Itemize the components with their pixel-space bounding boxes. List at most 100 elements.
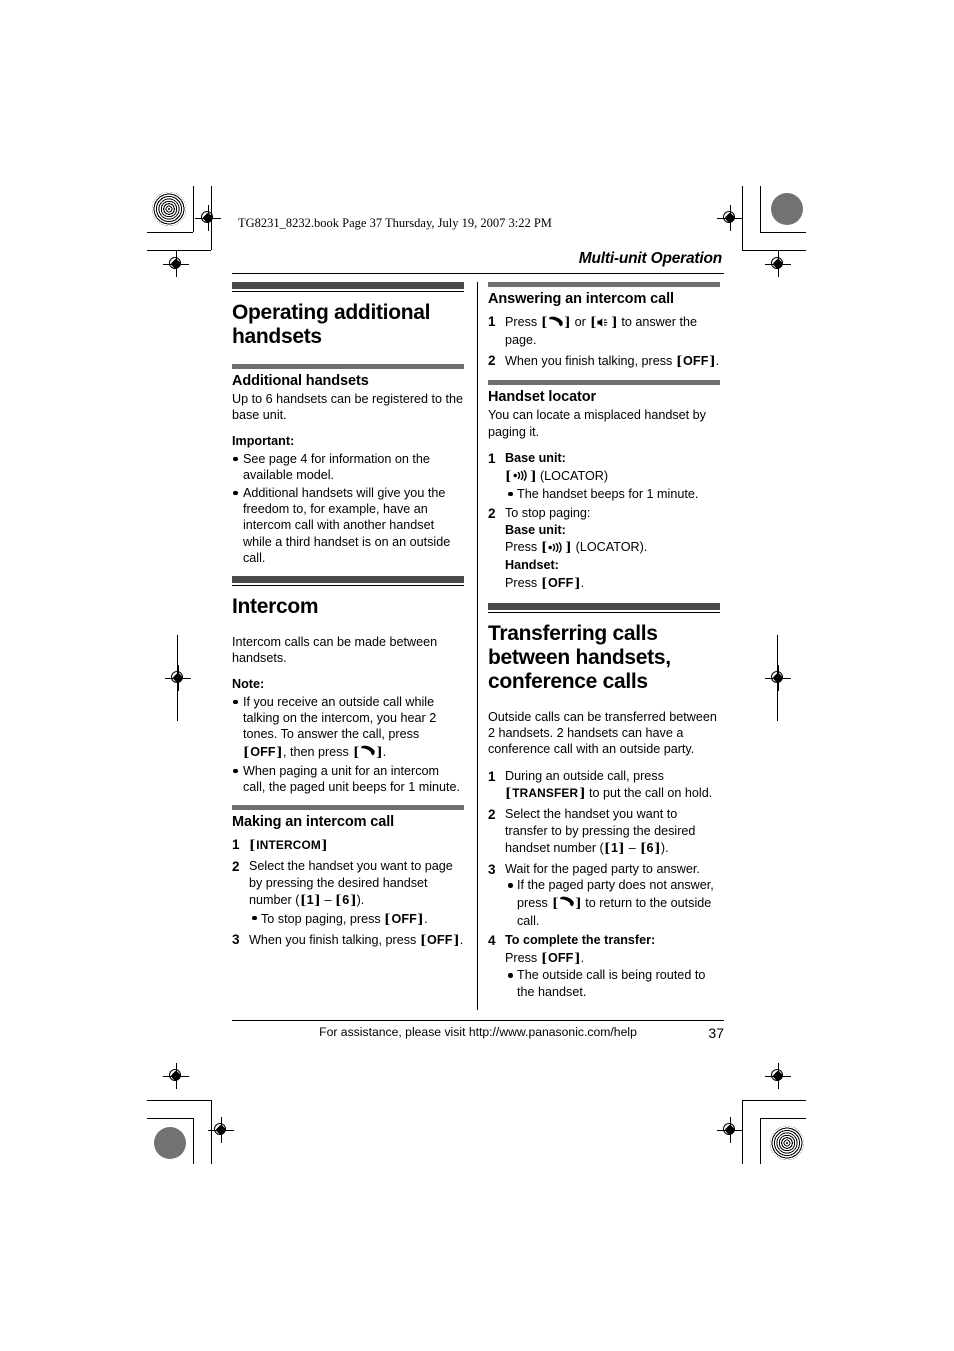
- bullet-text-pre: To stop paging, press: [261, 911, 385, 926]
- assistance-text: For assistance, please visit http://www.…: [319, 1025, 637, 1039]
- two-column-layout: Operating additional handsets Additional…: [232, 282, 724, 1010]
- step-text: When you finish talking, press: [505, 353, 676, 368]
- range-dash: –: [625, 841, 640, 856]
- key-talk: []: [551, 894, 582, 912]
- key-off: [OFF]: [420, 932, 460, 949]
- crop-mark: [193, 1118, 194, 1164]
- list-item: If you receive an outside call while tal…: [232, 694, 464, 762]
- subsection-title-making-an-intercom-call: Making an intercom call: [232, 814, 395, 831]
- step-text: Wait for the paged party to answer.: [505, 861, 700, 876]
- registration-mark: [717, 1117, 743, 1143]
- key-transfer: [TRANSFER]: [505, 785, 585, 802]
- base-unit-label: Base unit:: [505, 451, 566, 466]
- press-text-post: .: [580, 950, 585, 965]
- section-rule-thick: [488, 602, 720, 610]
- subsection-title-additional-handsets: Additional handsets: [232, 372, 369, 389]
- intercom-body: Intercom calls can be made between hands…: [232, 634, 438, 666]
- halftone-circle-bottom-left: [154, 1127, 186, 1159]
- page-number: 37: [708, 1025, 724, 1041]
- step-item: 1 [INTERCOM]: [232, 837, 328, 854]
- section-rule-thick: [232, 282, 464, 289]
- key-talk: []: [352, 743, 383, 761]
- section-title-intercom: Intercom: [232, 595, 319, 619]
- key-off: [OFF]: [384, 910, 424, 927]
- important-bullet-list: See page 4 for information on the availa…: [232, 451, 464, 567]
- note-bullet-list: If you receive an outside call while tal…: [232, 694, 464, 796]
- key-speakerphone: []: [589, 314, 617, 330]
- crop-mark: [193, 186, 194, 232]
- step-item: 1 During an outside call, press [TRANSFER…: [488, 768, 713, 802]
- step-text-mid: or: [571, 315, 590, 329]
- section-title-operating-additional-handsets: Operating additional handsets: [232, 301, 431, 349]
- transferring-calls-body: Outside calls can be transferred between…: [488, 709, 717, 757]
- list-item: Additional handsets will give you the fr…: [232, 485, 464, 567]
- handset-locator-steps: 1 Base unit: [] (LOCATOR) The handset bee…: [488, 450, 720, 593]
- list-item: To stop paging, press [OFF].: [251, 910, 464, 928]
- page-footer: For assistance, please visit http://www.…: [232, 1021, 724, 1041]
- section-title-transferring-calls: Transferring calls between handsets, con…: [488, 621, 671, 694]
- step-text-post: to put the call on hold.: [585, 786, 713, 801]
- press-text: Press: [505, 950, 541, 965]
- note-text-pre: If you receive an outside call while tal…: [243, 694, 437, 742]
- step-text-post: .: [459, 933, 464, 948]
- press-text-post: .: [580, 576, 585, 591]
- step-item: 3 When you finish talking, press [OFF].: [232, 932, 464, 949]
- running-head: Multi-unit Operation: [578, 250, 722, 267]
- bullet-text-post: .: [424, 911, 428, 926]
- key-1: [1]: [300, 892, 321, 909]
- telephone-handset-icon: [360, 745, 375, 761]
- subsection-title-handset-locator: Handset locator: [488, 389, 597, 406]
- step-item: 2 Select the handset you want to page by …: [232, 858, 464, 928]
- additional-handsets-body: Up to 6 handsets can be registered to th…: [232, 391, 464, 423]
- book-file-stamp: TG8231_8232.book Page 37 Thursday, July …: [238, 216, 552, 230]
- list-item: See page 4 for information on the availa…: [232, 451, 464, 484]
- crop-mark: [742, 1100, 806, 1101]
- registration-mark: [195, 205, 221, 231]
- subsection-rule: [488, 380, 720, 386]
- crop-mark: [760, 232, 806, 233]
- step-item: 2 When you finish talking, press [OFF].: [488, 352, 720, 369]
- press-text: Press: [505, 576, 541, 591]
- section-rule-thin: [488, 611, 720, 613]
- range-dash: –: [320, 893, 335, 908]
- column-divider: [477, 282, 478, 1010]
- step-text: To stop paging:: [505, 506, 591, 521]
- step-bullet-list: The outside call is being routed to the …: [507, 967, 720, 1000]
- crop-mark: [760, 186, 761, 232]
- key-off: [OFF]: [243, 743, 283, 760]
- registration-mark: [765, 665, 791, 691]
- registration-mark: [765, 1063, 791, 1089]
- key-off: [OFF]: [676, 352, 716, 369]
- registration-mark: [163, 251, 189, 277]
- step-item: 2 To stop paging: Base unit: Press [] (LO…: [488, 506, 648, 592]
- halftone-circle-top-right: [771, 193, 803, 225]
- note-text-mid: , then press: [282, 744, 353, 759]
- list-item: If the paged party does not answer, pres…: [507, 877, 720, 929]
- key-1: [1]: [604, 840, 625, 857]
- subsection-title-answering-an-intercom-call: Answering an intercom call: [488, 291, 674, 307]
- list-item: When paging a unit for an intercom call,…: [232, 763, 464, 796]
- subsection-rule: [232, 363, 464, 369]
- step-item: 4 To complete the transfer: Press [OFF]. …: [488, 932, 720, 1000]
- telephone-handset-icon: [559, 896, 574, 912]
- header-divider: [232, 273, 724, 274]
- step-text-post: .: [715, 353, 720, 368]
- crop-mark: [147, 1100, 211, 1101]
- step-item: 1 Base unit: [] (LOCATOR) The handset bee…: [488, 450, 720, 502]
- registration-mark: [765, 251, 791, 277]
- section-rule-thick: [232, 576, 464, 584]
- section-rule-thin: [232, 291, 464, 292]
- halftone-circle-bottom-right: [770, 1126, 804, 1160]
- crop-mark: [760, 1118, 761, 1164]
- registration-mark: [208, 1117, 234, 1143]
- step-text-post: ).: [660, 841, 669, 856]
- crop-mark: [760, 1118, 806, 1119]
- key-6: [6]: [335, 892, 356, 909]
- base-unit-label: Base unit:: [505, 522, 566, 537]
- step-text: Press: [505, 315, 541, 329]
- list-item: The handset beeps for 1 minute.: [507, 486, 720, 502]
- answering-intercom-call-steps: 1 Press [] or [] to answer the page. 2 Whe…: [488, 313, 720, 370]
- important-label: Important:: [232, 434, 295, 449]
- note-text-end: .: [382, 744, 387, 759]
- key-off: [OFF]: [541, 949, 580, 966]
